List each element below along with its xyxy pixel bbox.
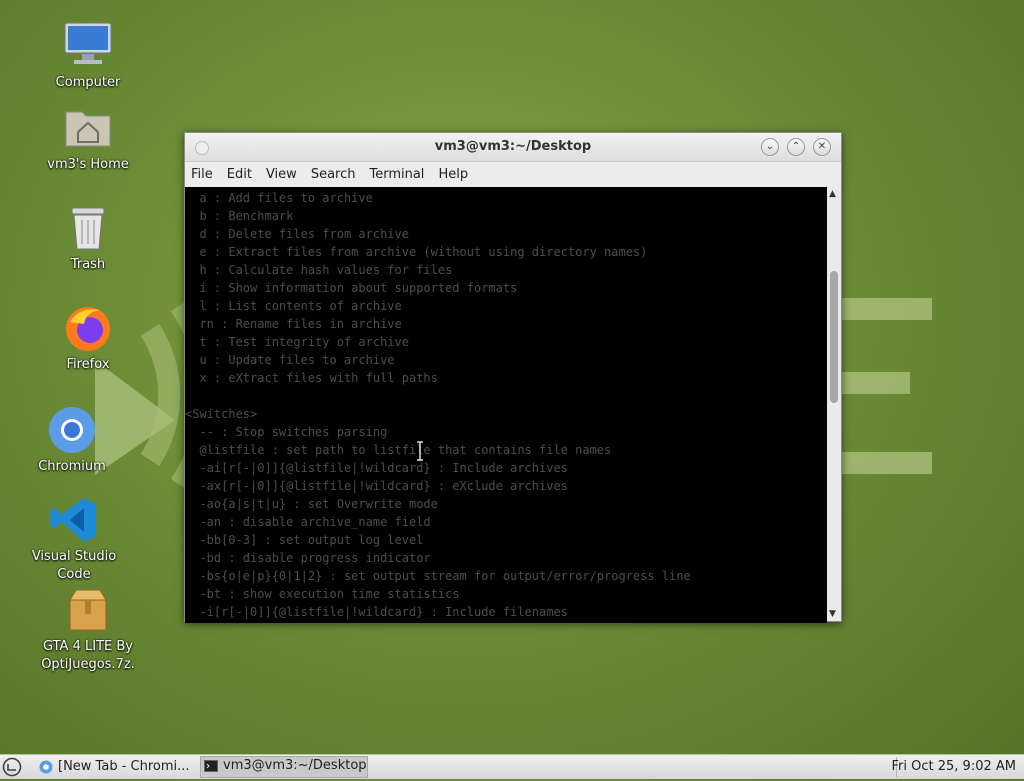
menu-edit[interactable]: Edit [227, 167, 252, 182]
taskbar-item-label: [New Tab - Chromi... [58, 759, 190, 774]
terminal-line: -ai[r[-|0]]{@listfile|!wildcard} : Inclu… [185, 461, 568, 475]
terminal-line: @listfile : set path to listfile that co… [185, 443, 612, 457]
chromium-icon [39, 760, 53, 774]
menu-file[interactable]: File [191, 167, 213, 182]
window-titlebar[interactable]: vm3@vm3:~/Desktop ⌄ ⌃ ✕ [185, 133, 841, 162]
archive-icon [62, 584, 114, 636]
firefox-icon [62, 302, 114, 354]
maximize-button[interactable]: ⌃ [787, 138, 805, 156]
menu-search[interactable]: Search [311, 167, 356, 182]
text-cursor-icon [417, 441, 423, 461]
desktop-icon-home[interactable]: vm3's Home [28, 102, 148, 174]
desktop-icon-label: GTA 4 LITE By OptiJuegos.7z. [41, 639, 135, 672]
terminal-line: rn : Rename files in archive [185, 317, 402, 331]
desktop-icon-firefox[interactable]: Firefox [28, 302, 148, 374]
terminal-line: -an : disable archive_name field [185, 515, 431, 529]
terminal-line: l : List contents of archive [185, 299, 402, 313]
chromium-icon [46, 404, 98, 456]
terminal-line: -ao{a|s|t|u} : set Overwrite mode [185, 497, 438, 511]
desktop-icon-vscode[interactable]: Visual Studio Code [14, 494, 134, 584]
desktop-icon-label: Firefox [66, 357, 110, 372]
terminal-line: -bb[0-3] : set output log level [185, 533, 424, 547]
menu-terminal[interactable]: Terminal [369, 167, 424, 182]
terminal-line: -- : Stop switches parsing [185, 425, 388, 439]
menu-help[interactable]: Help [438, 167, 468, 182]
taskbar: [New Tab - Chromi... vm3@vm3:~/Desktop F… [0, 754, 1024, 779]
desktop-icon-computer[interactable]: Computer [28, 20, 148, 92]
desktop-icon-label: Chromium [38, 459, 106, 474]
minimize-button[interactable]: ⌄ [761, 138, 779, 156]
terminal-line: b : Benchmark [185, 209, 294, 223]
taskbar-item-chromium[interactable]: [New Tab - Chromi... [36, 758, 218, 776]
desktop-icon-trash[interactable]: Trash [28, 202, 148, 274]
close-button[interactable]: ✕ [813, 138, 831, 156]
menu-view[interactable]: View [266, 167, 297, 182]
taskbar-item-label: vm3@vm3:~/Desktop [223, 758, 367, 773]
terminal-line: -ax[r[-|0]]{@listfile|!wildcard} : eXclu… [185, 479, 568, 493]
terminal-line: i : Show information about supported for… [185, 281, 518, 295]
window-title: vm3@vm3:~/Desktop [434, 139, 592, 154]
desktop-icon-chromium[interactable]: Chromium [12, 404, 132, 476]
desktop-icon-label: Computer [55, 75, 121, 90]
app-menu-icon[interactable] [2, 757, 22, 777]
terminal-line: d : Delete files from archive [185, 227, 409, 241]
taskbar-item-terminal[interactable]: vm3@vm3:~/Desktop [200, 756, 368, 778]
terminal-line: u : Update files to archive [185, 353, 395, 367]
clock[interactable]: Fri Oct 25, 9:02 AM [888, 758, 1020, 776]
terminal-line: -i[r[-|0]]{@listfile|!wildcard} : Includ… [185, 605, 568, 619]
desktop-icon-label: vm3's Home [47, 157, 129, 172]
terminal-line: e : Extract files from archive (without … [185, 245, 648, 259]
trash-icon [62, 202, 114, 254]
menubar: File Edit View Search Terminal Help [185, 162, 841, 188]
terminal-window[interactable]: vm3@vm3:~/Desktop ⌄ ⌃ ✕ File Edit View S… [184, 132, 842, 623]
terminal-scrollbar[interactable]: ▲ ▼ [827, 187, 841, 621]
terminal-line: a : Add files to archive [185, 191, 373, 205]
computer-icon [62, 20, 114, 72]
desktop-icon-archive[interactable]: GTA 4 LITE By OptiJuegos.7z. [28, 584, 148, 674]
scroll-down-arrow-icon[interactable]: ▼ [829, 609, 836, 619]
terminal-output[interactable]: a : Add files to archive b : Benchmark d… [185, 187, 827, 623]
terminal-line: x : eXtract files with full paths [185, 371, 438, 385]
scrollbar-thumb[interactable] [830, 271, 838, 403]
vscode-icon [48, 494, 100, 546]
home-folder-icon [62, 102, 114, 154]
terminal-line: -bd : disable progress indicator [185, 551, 431, 565]
terminal-line: h : Calculate hash values for files [185, 263, 453, 277]
terminal-line: -bt : show execution time statistics [185, 587, 460, 601]
terminal-icon [204, 760, 218, 772]
desktop-icon-label: Visual Studio Code [31, 549, 117, 582]
desktop-icon-label: Trash [70, 257, 106, 272]
scroll-up-arrow-icon[interactable]: ▲ [829, 189, 836, 199]
terminal-line: t : Test integrity of archive [185, 335, 409, 349]
terminal-line: -bs{o|e|p}{0|1|2} : set output stream fo… [185, 569, 691, 583]
terminal-line: <Switches> [185, 407, 258, 421]
